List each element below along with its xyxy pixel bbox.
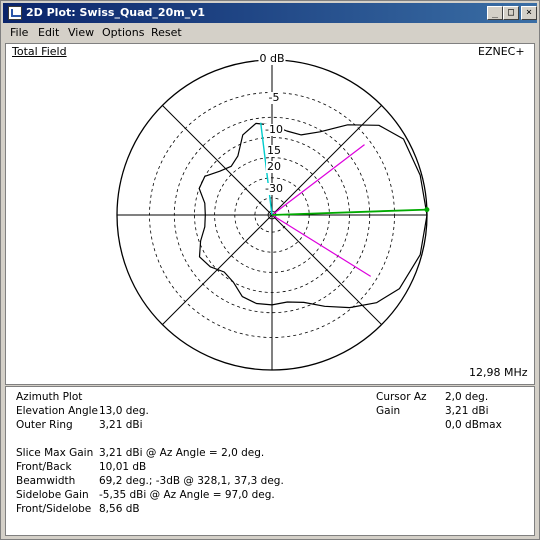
ring-label-15: 15 <box>266 144 282 157</box>
window-title: 2D Plot: Swiss_Quad_20m_v1 <box>26 6 206 19</box>
ring-label-10: -10 <box>264 123 284 136</box>
cursor-az-value: 2,0 deg. <box>445 391 489 403</box>
cursor-az-label: Cursor Az <box>376 391 427 403</box>
elevation-angle-label: Elevation Angle <box>16 405 98 417</box>
close-button[interactable]: × <box>521 6 537 20</box>
title-bar[interactable]: 2D Plot: Swiss_Quad_20m_v1 _ □ × <box>3 3 537 23</box>
menu-view[interactable]: View <box>68 26 94 39</box>
cursor-marker <box>424 207 430 213</box>
menu-options[interactable]: Options <box>102 26 144 39</box>
outer-ring-label: Outer Ring <box>16 419 73 431</box>
info-panel: Azimuth Plot Elevation Angle 13,0 deg. O… <box>5 386 535 536</box>
menu-edit[interactable]: Edit <box>38 26 59 39</box>
beamwidth-line-2 <box>271 144 365 216</box>
ring-label-5: -5 <box>267 91 281 104</box>
frequency-label: 12,98 MHz <box>469 366 528 379</box>
gain-dbmax-value: 0,0 dBmax <box>445 419 502 431</box>
polar-plot-area[interactable]: Total Field EZNEC+ 12,98 MHz 0 dB -5 -10… <box>5 43 535 385</box>
gain-value: 3,21 dBi <box>445 405 489 417</box>
front-sidelobe-value: 8,56 dB <box>99 503 140 515</box>
maximize-button[interactable]: □ <box>503 6 519 20</box>
gain-label: Gain <box>376 405 401 417</box>
outer-ring-value: 3,21 dBi <box>99 419 143 431</box>
slice-max-gain-label: Slice Max Gain <box>16 447 94 459</box>
ring-label-30: -30 <box>264 182 284 195</box>
menu-bar: File Edit View Options Reset <box>3 23 537 42</box>
beamwidth-line-1 <box>271 214 372 277</box>
elevation-angle-value: 13,0 deg. <box>99 405 149 417</box>
menu-file[interactable]: File <box>10 26 28 39</box>
app-icon[interactable] <box>8 6 22 20</box>
menu-reset[interactable]: Reset <box>151 26 182 39</box>
minimize-button[interactable]: _ <box>487 6 503 20</box>
ring-label-0db: 0 dB <box>258 52 286 65</box>
front-back-label: Front/Back <box>16 461 72 473</box>
slice-max-gain-value: 3,21 dBi @ Az Angle = 2,0 deg. <box>99 447 265 459</box>
sidelobe-gain-value: -5,35 dBi @ Az Angle = 97,0 deg. <box>99 489 275 501</box>
plot-type-label: Azimuth Plot <box>16 391 83 403</box>
program-label: EZNEC+ <box>478 45 525 58</box>
front-sidelobe-label: Front/Sidelobe <box>16 503 92 515</box>
beamwidth-value: 69,2 deg.; -3dB @ 328,1, 37,3 deg. <box>99 475 284 487</box>
beamwidth-label: Beamwidth <box>16 475 76 487</box>
ring-label-20: 20 <box>266 160 282 173</box>
plot-window: 2D Plot: Swiss_Quad_20m_v1 _ □ × File Ed… <box>0 0 540 540</box>
field-label: Total Field <box>12 45 67 58</box>
front-back-value: 10,01 dB <box>99 461 147 473</box>
sidelobe-gain-label: Sidelobe Gain <box>16 489 89 501</box>
